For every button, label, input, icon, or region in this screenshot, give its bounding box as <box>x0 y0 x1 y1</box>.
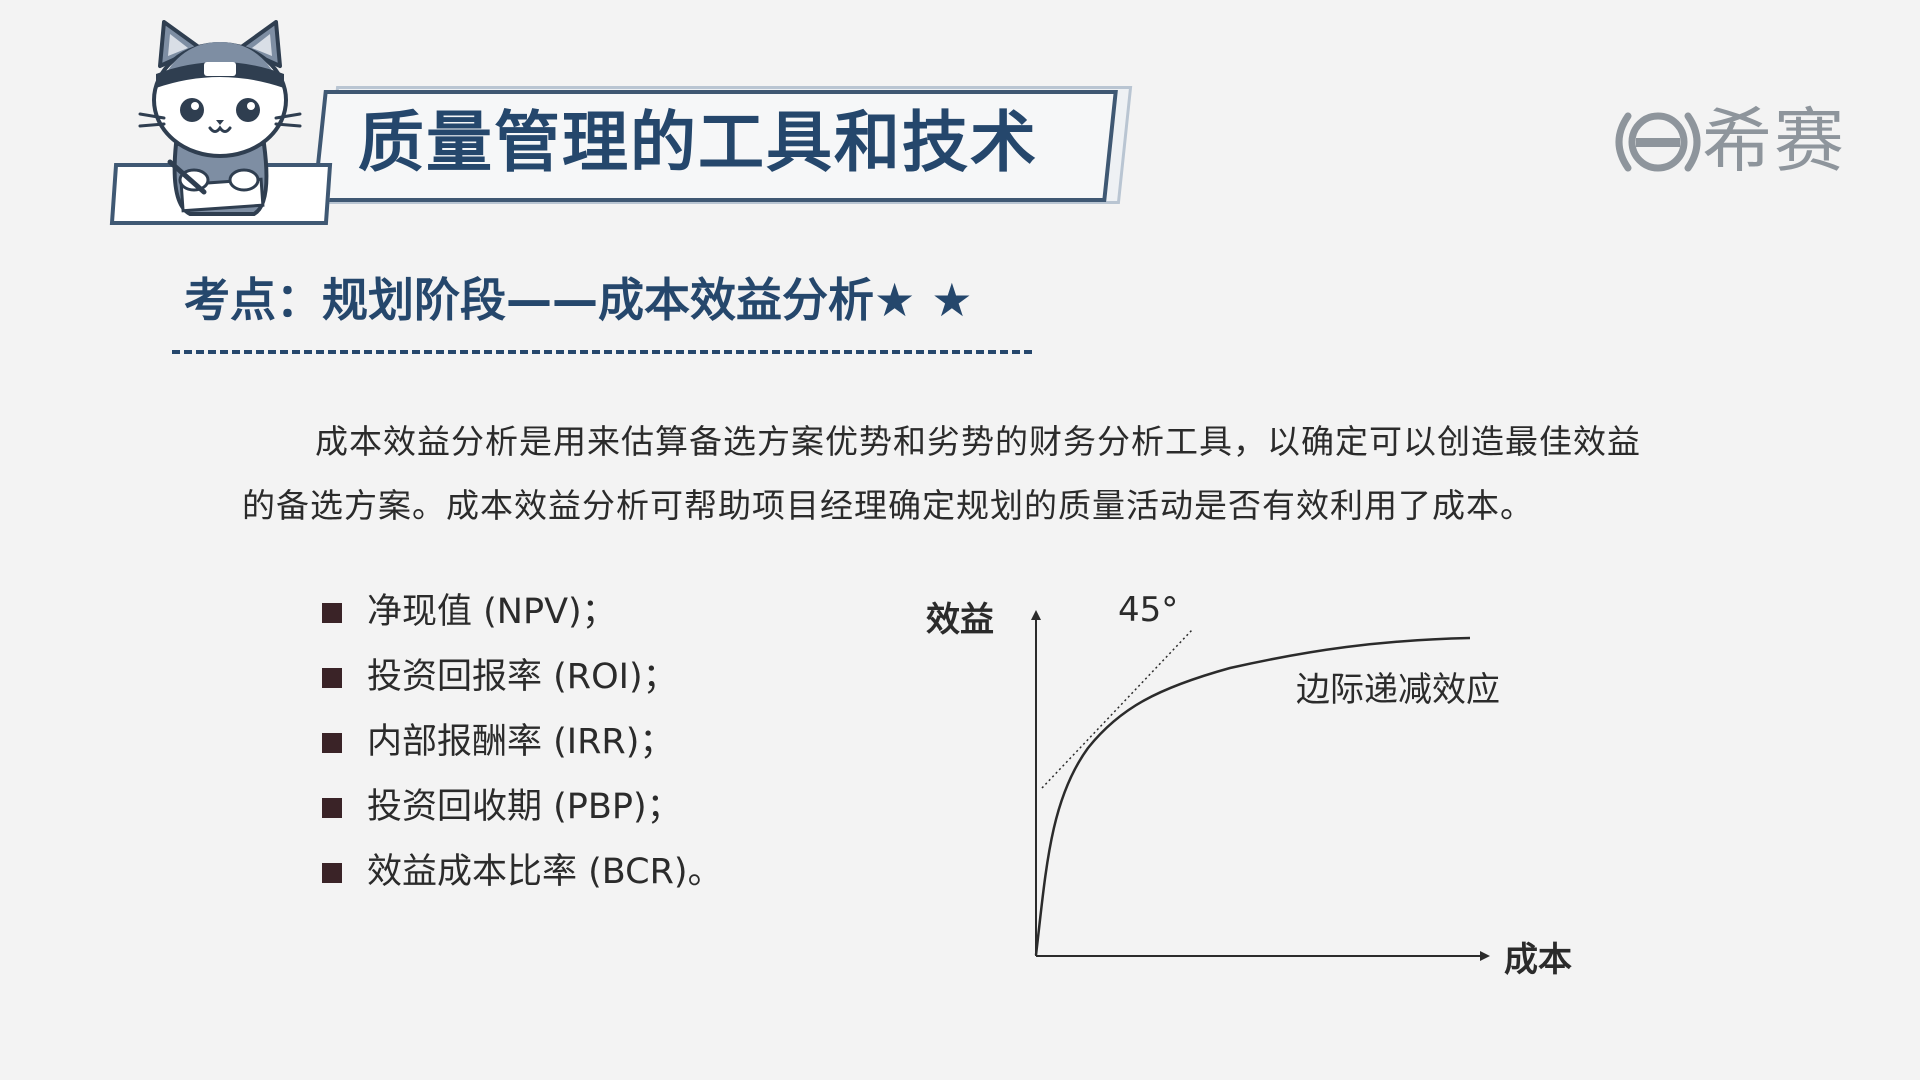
page-title: 质量管理的工具和技术 <box>358 104 1038 181</box>
x-axis-label: 成本 <box>1504 940 1572 980</box>
list-item: 效益成本比率 (BCR)。 <box>322 840 723 905</box>
square-bullet-icon <box>322 668 342 688</box>
list-item-label: 效益成本比率 (BCR)。 <box>367 852 723 892</box>
square-bullet-icon <box>322 863 342 883</box>
list-item: 投资回收期 (PBP)； <box>322 775 723 840</box>
y-axis-label: 效益 <box>926 600 994 640</box>
angle-label: 45° <box>1118 590 1179 630</box>
list-item-label: 净现值 (NPV)； <box>367 592 617 632</box>
cat-mascot-icon <box>138 20 302 216</box>
list-item: 净现值 (NPV)； <box>322 580 723 645</box>
dashed-divider <box>172 350 1032 354</box>
list-item: 内部报酬率 (IRR)； <box>322 710 723 775</box>
list-item-label: 内部报酬率 (IRR)； <box>367 722 675 762</box>
section-heading: 考点：规划阶段——成本效益分析★ ★ <box>184 273 973 327</box>
xisai-logo-icon <box>1615 112 1701 172</box>
square-bullet-icon <box>322 733 342 753</box>
intro-paragraph: 成本效益分析是用来估算备选方案优势和劣势的财务分析工具，以确定可以创造最佳效益的… <box>242 422 1641 525</box>
square-bullet-icon <box>322 798 342 818</box>
tangent-line <box>1041 629 1193 789</box>
cost-benefit-diagram: 效益 成本 45° 边际递减效应 <box>900 570 1620 1000</box>
metric-list: 净现值 (NPV)； 投资回报率 (ROI)； 内部报酬率 (IRR)； 投资回… <box>322 580 723 905</box>
list-item-label: 投资回收期 (PBP)； <box>367 787 682 827</box>
slide: 质量管理的工具和技术 希赛 考点：规划阶段——成本效益分析★ ★ 成本效益分析是… <box>0 0 1920 1080</box>
square-bullet-icon <box>322 603 342 623</box>
logo-text: 希赛 <box>1702 100 1846 182</box>
curve-label: 边际递减效应 <box>1296 670 1500 710</box>
list-item-label: 投资回报率 (ROI)； <box>367 657 678 697</box>
list-item: 投资回报率 (ROI)； <box>322 645 723 710</box>
